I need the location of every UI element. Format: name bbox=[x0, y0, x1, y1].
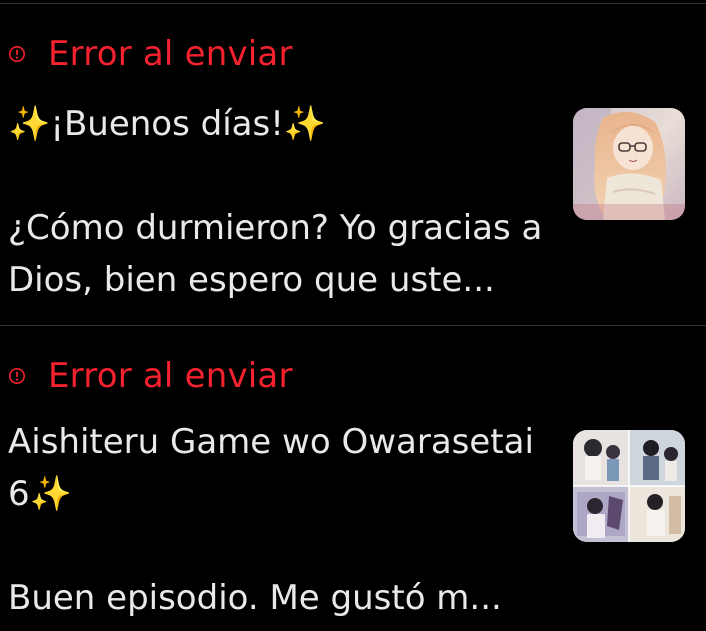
draft-text: ✨¡Buenos días!✨ ¿Cómo durmieron? Yo grac… bbox=[8, 104, 543, 300]
anime-collage-thumbnail[interactable] bbox=[573, 430, 685, 542]
error-label: Error al enviar bbox=[48, 356, 293, 396]
error-alert-icon bbox=[9, 368, 25, 384]
anime-girl-glasses-thumbnail[interactable] bbox=[573, 108, 685, 220]
draft-item[interactable]: Error al enviar ✨¡Buenos días!✨ ¿Cómo du… bbox=[0, 4, 706, 325]
send-error-status: Error al enviar bbox=[8, 354, 293, 398]
draft-item[interactable]: Error al enviar Aishiteru Game wo Owaras… bbox=[0, 326, 706, 631]
send-error-status: Error al enviar bbox=[8, 32, 293, 76]
thumbnail-image bbox=[573, 108, 685, 220]
draft-text: Aishiteru Game wo Owarasetai 6✨ Buen epi… bbox=[8, 422, 534, 618]
error-alert-icon bbox=[9, 46, 25, 62]
thumbnail-image bbox=[573, 430, 685, 542]
error-label: Error al enviar bbox=[48, 34, 293, 74]
